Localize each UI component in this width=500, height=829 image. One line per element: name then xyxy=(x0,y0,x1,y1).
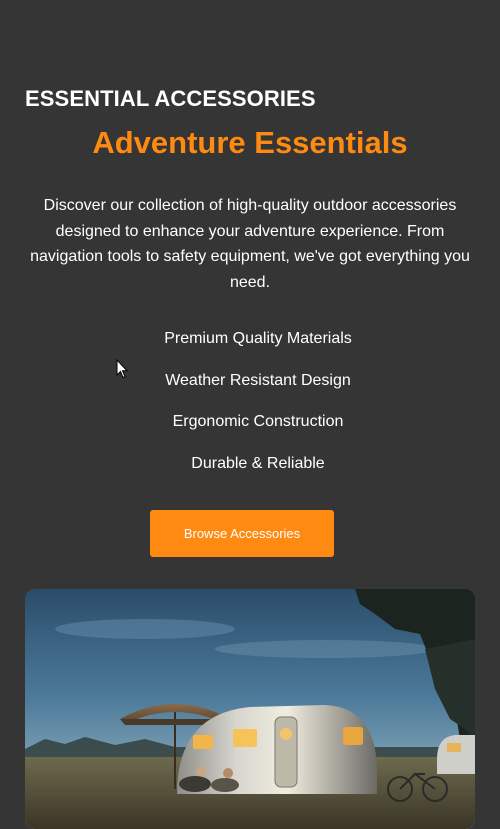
mouse-cursor-icon xyxy=(116,359,128,379)
airstream-trailer-image xyxy=(25,589,475,829)
section-intro: Discover our collection of high-quality … xyxy=(30,197,470,292)
section-headline: Adventure Essentials xyxy=(92,125,408,160)
feature-item: Premium Quality Materials xyxy=(164,330,352,347)
browse-accessories-button[interactable]: Browse Accessories xyxy=(150,510,334,557)
feature-item: Ergonomic Construction xyxy=(172,413,344,431)
feature-item: Durable & Reliable xyxy=(191,455,325,473)
feature-item: Weather Resistant Design xyxy=(165,371,351,389)
feature-list: Premium Quality Materials Weather Resist… xyxy=(0,326,500,493)
campsite-photo xyxy=(25,589,475,829)
section-eyebrow: ESSENTIAL ACCESSORIES xyxy=(25,86,316,111)
